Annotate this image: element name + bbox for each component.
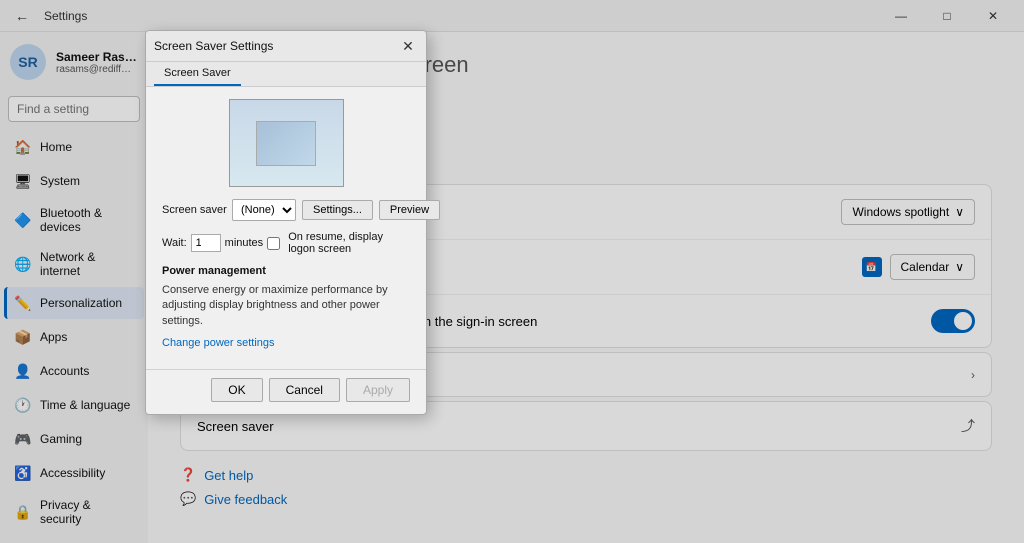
- screen-saver-settings-dialog: Screen Saver Settings ✕ Screen Saver Scr…: [145, 30, 427, 415]
- settings-button[interactable]: Settings...: [302, 200, 373, 220]
- power-management-section: Power management Conserve energy or maxi…: [162, 265, 410, 349]
- on-resume-label: On resume, display logon screen: [288, 231, 410, 255]
- wait-input[interactable]: [191, 234, 221, 252]
- modal-tabs: Screen Saver: [146, 62, 426, 87]
- modal-body: Screen saver (None) Settings... Preview …: [146, 87, 426, 361]
- change-power-settings-link[interactable]: Change power settings: [162, 337, 275, 349]
- screensaver-select-row: Screen saver (None) Settings... Preview: [162, 199, 410, 221]
- minutes-label: minutes: [225, 237, 264, 249]
- modal-footer: OK Cancel Apply: [146, 369, 426, 414]
- screensaver-preview-inner: [230, 100, 343, 186]
- ok-button[interactable]: OK: [211, 378, 262, 402]
- modal-tab-screensaver[interactable]: Screen Saver: [154, 62, 241, 86]
- screensaver-preview: [229, 99, 344, 187]
- modal-titlebar: Screen Saver Settings ✕: [146, 31, 426, 62]
- power-desc: Conserve energy or maximize performance …: [162, 283, 410, 329]
- cancel-button[interactable]: Cancel: [269, 378, 340, 402]
- screensaver-label: Screen saver: [162, 204, 232, 216]
- apply-button[interactable]: Apply: [346, 378, 410, 402]
- modal-close-button[interactable]: ✕: [398, 37, 418, 55]
- power-heading: Power management: [162, 265, 410, 277]
- modal-overlay: Screen Saver Settings ✕ Screen Saver Scr…: [0, 0, 1024, 543]
- screensaver-select[interactable]: (None): [232, 199, 296, 221]
- screensaver-mini-inner: [257, 122, 315, 165]
- screensaver-mini: [256, 121, 316, 166]
- wait-label: Wait:: [162, 237, 187, 249]
- on-resume-checkbox[interactable]: [267, 237, 280, 250]
- modal-title: Screen Saver Settings: [154, 39, 273, 53]
- preview-button[interactable]: Preview: [379, 200, 440, 220]
- wait-row: Wait: minutes On resume, display logon s…: [162, 231, 410, 255]
